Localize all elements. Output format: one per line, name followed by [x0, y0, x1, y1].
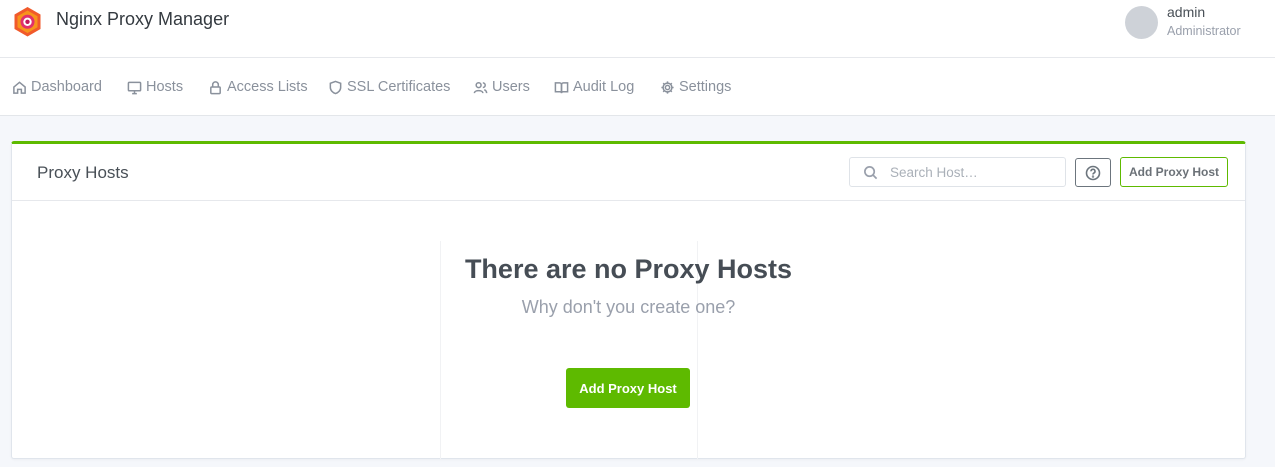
search-icon: [864, 166, 878, 180]
nav-item-label: Dashboard: [31, 79, 102, 95]
book-icon: [554, 81, 569, 93]
nav-item-access-lists[interactable]: Access Lists: [208, 77, 308, 97]
gear-icon: [661, 80, 674, 94]
card-header: Proxy Hosts Add Proxy Host: [12, 144, 1245, 201]
users-icon: [473, 81, 488, 93]
empty-state-title: There are no Proxy Hosts: [464, 254, 793, 284]
nav-item-label: Access Lists: [227, 79, 308, 95]
nav-item-settings[interactable]: Settings: [660, 77, 731, 97]
card-title: Proxy Hosts: [37, 163, 129, 182]
help-circle-icon: [1085, 165, 1101, 180]
shield-icon: [329, 80, 342, 94]
search-box[interactable]: [849, 157, 1066, 187]
user-name: admin: [1167, 4, 1206, 20]
nav-item-audit-log[interactable]: Audit Log: [554, 77, 634, 97]
empty-state-subtitle: Why don't you create one?: [521, 297, 736, 317]
nginx-proxy-manager-logo-icon[interactable]: [13, 6, 42, 37]
top-header: Nginx Proxy Manager admin Administrator: [0, 0, 1275, 58]
app-title[interactable]: Nginx Proxy Manager: [56, 9, 229, 30]
nav-item-label: Settings: [679, 79, 732, 95]
add-proxy-host-button[interactable]: Add Proxy Host: [1120, 157, 1228, 187]
home-icon: [13, 80, 26, 94]
help-button[interactable]: [1075, 158, 1111, 187]
nav-item-hosts[interactable]: Hosts: [127, 77, 183, 97]
avatar[interactable]: [1125, 6, 1158, 39]
nav-item-dashboard[interactable]: Dashboard: [12, 77, 102, 97]
nav-item-users[interactable]: Users: [473, 77, 530, 97]
create-proxy-host-button[interactable]: Add Proxy Host: [566, 368, 690, 408]
nav-item-label: SSL Certificates: [347, 79, 451, 95]
search-input[interactable]: [890, 162, 1060, 182]
monitor-icon: [127, 81, 142, 94]
user-role: Administrator: [1167, 24, 1241, 38]
nav-item-label: Audit Log: [573, 79, 635, 95]
proxy-hosts-card: Proxy Hosts Add Proxy Host There are no …: [11, 141, 1246, 459]
lock-icon: [210, 80, 221, 94]
nav-item-label: Hosts: [146, 79, 184, 95]
main-nav: Dashboard Hosts Access Lists SSL Certifi…: [0, 58, 1275, 116]
nav-item-label: Users: [492, 79, 530, 95]
nav-item-ssl-certificates[interactable]: SSL Certificates: [328, 77, 450, 97]
user-menu[interactable]: admin Administrator: [1125, 3, 1273, 45]
